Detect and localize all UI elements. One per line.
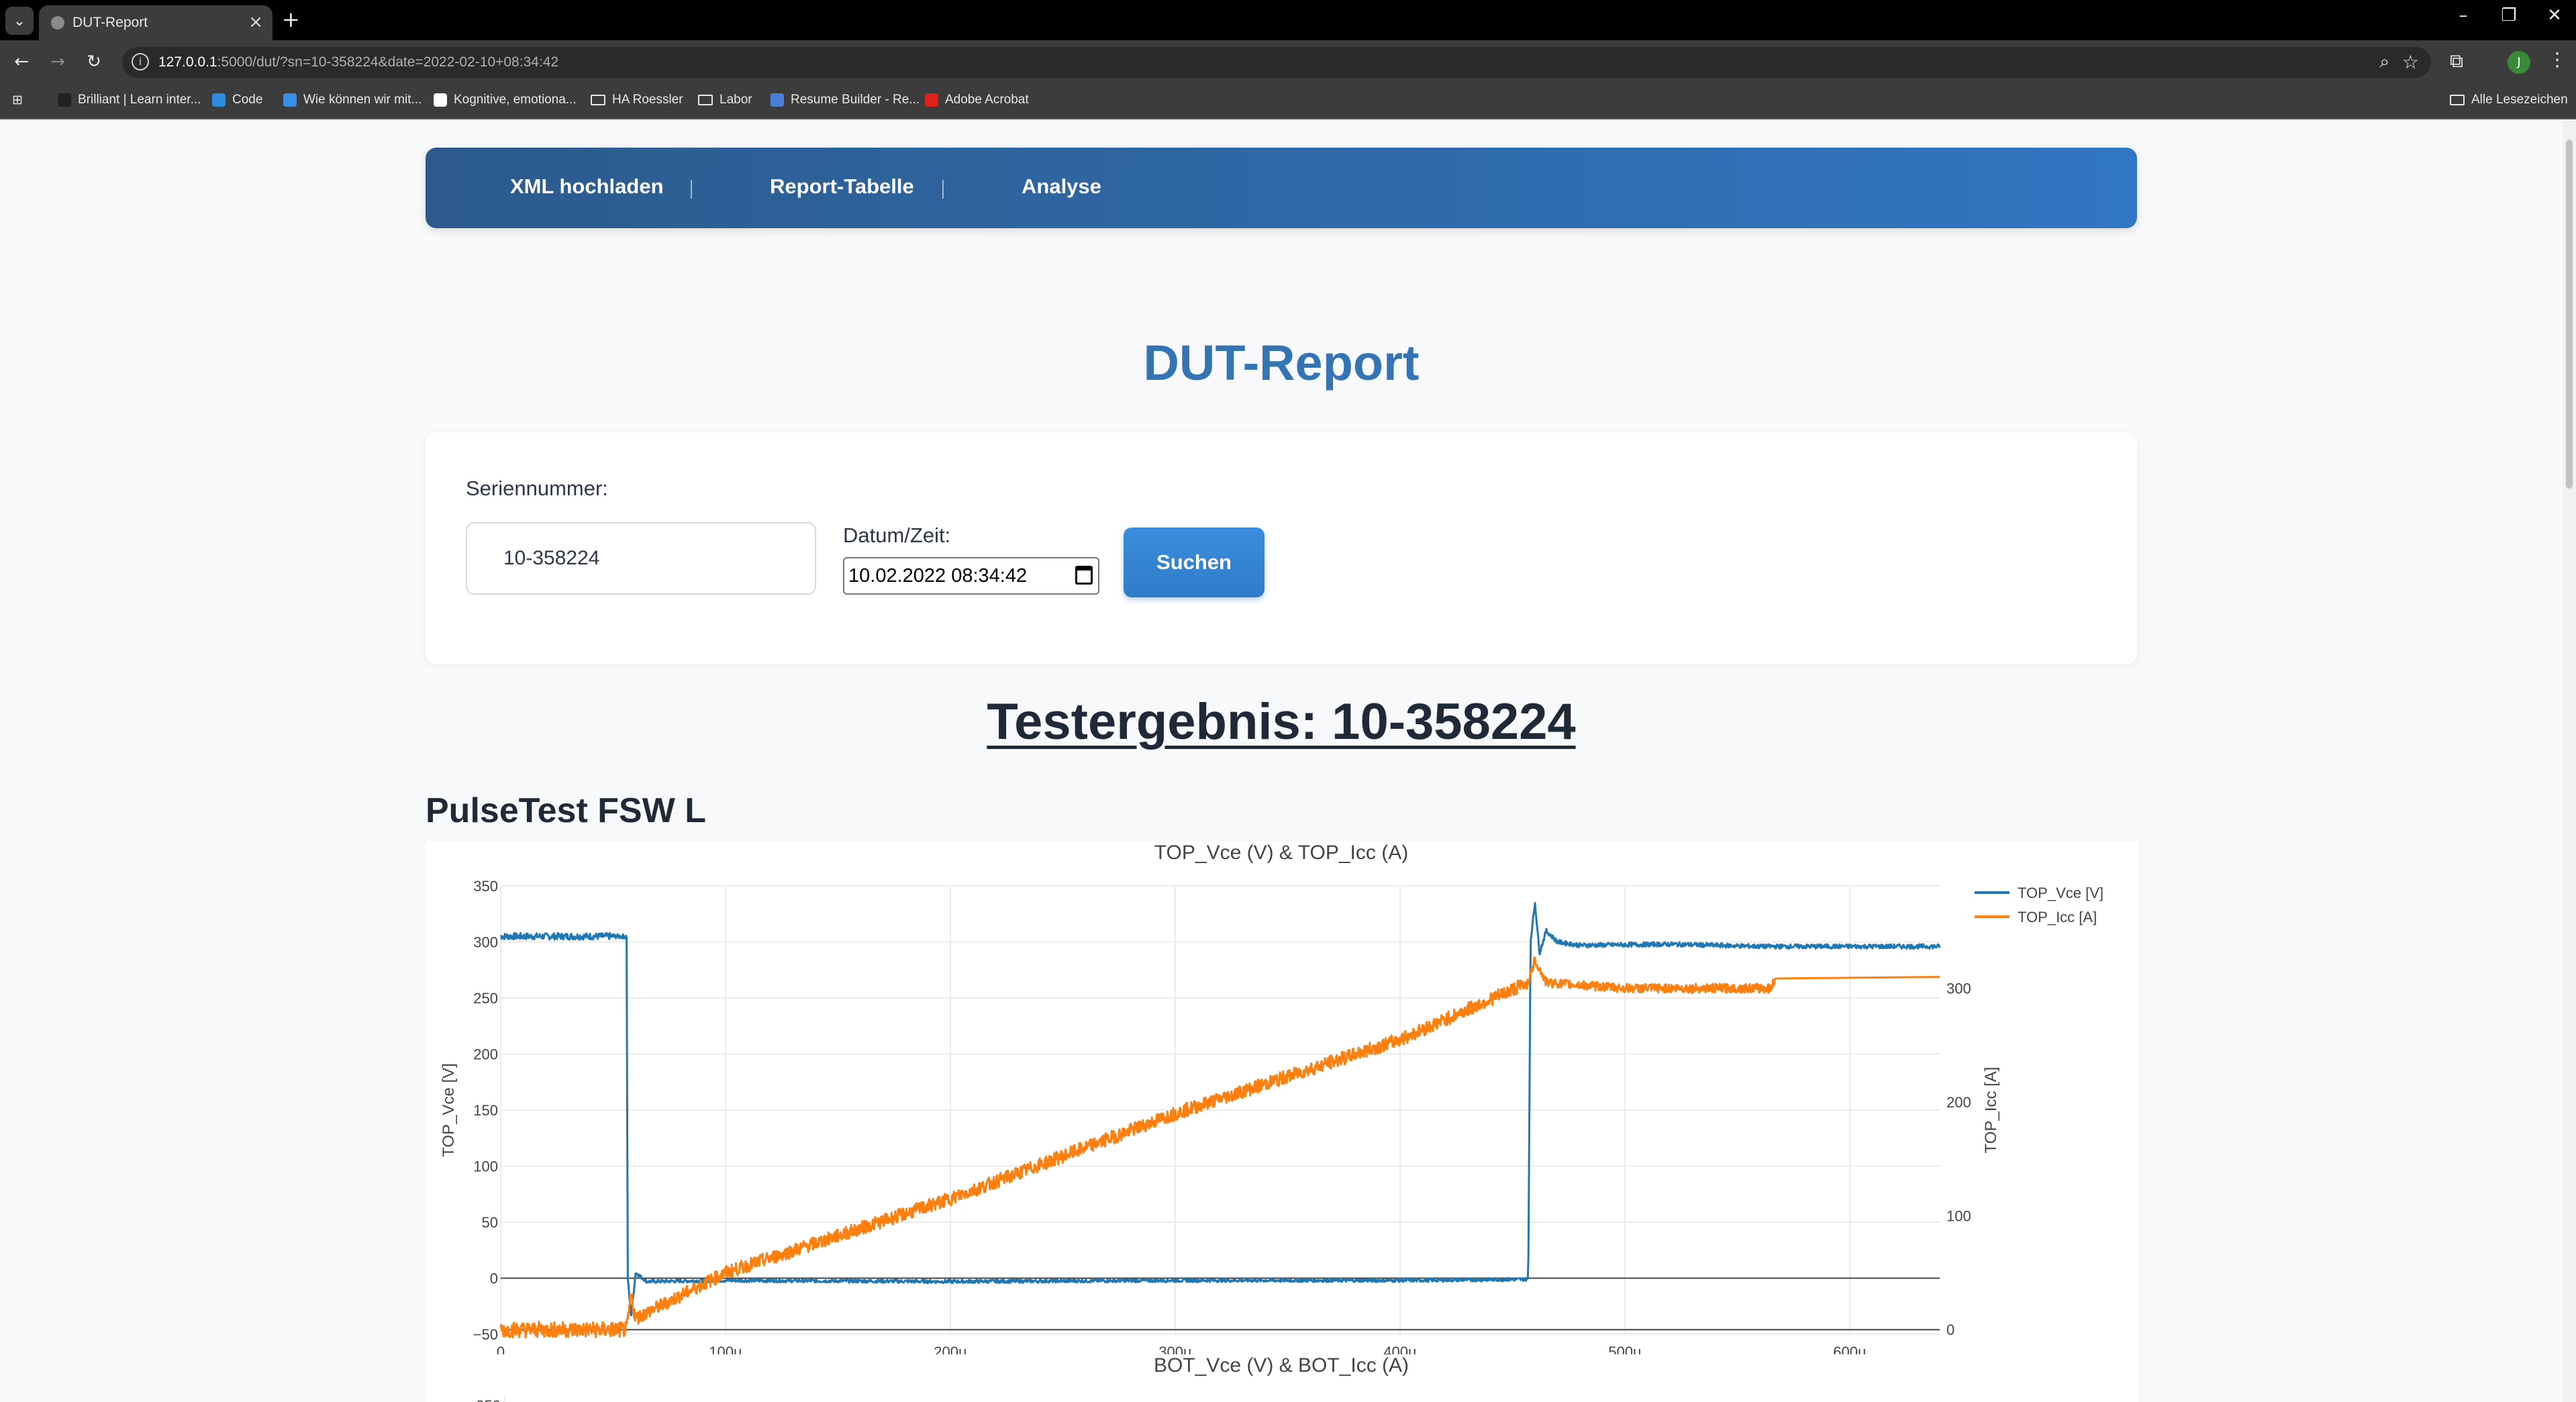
nav-report-table[interactable]: Report-Tabelle: [770, 174, 914, 199]
minimize-icon[interactable]: –: [2443, 5, 2483, 26]
serial-number-label: Seriennummer:: [466, 477, 608, 500]
y2-tick-label: 200: [1946, 1094, 1971, 1111]
y-tick-label: 100: [473, 1158, 498, 1175]
y2-tick-label: 100: [1946, 1208, 1971, 1225]
chart-title-bottom: BOT_Vce (V) & BOT_Icc (A): [1154, 1354, 1409, 1376]
legend-entry: TOP_Vce [V]: [2018, 885, 2103, 901]
calendar-icon[interactable]: [1075, 566, 1093, 585]
bookmark-label: Wie können wir mit...: [303, 93, 422, 107]
y-tick-label: 50: [482, 1214, 498, 1231]
tab-search-button[interactable]: ⌄: [5, 7, 34, 35]
bookmark-label: Adobe Acrobat: [945, 93, 1029, 107]
bookmark-item[interactable]: Resume Builder - Re...: [771, 93, 920, 107]
y-tick-label: 300: [473, 934, 498, 951]
page-scrollbar[interactable]: [2563, 121, 2576, 1402]
y-tick-label: 150: [473, 1102, 498, 1119]
bookmark-item[interactable]: Adobe Acrobat: [925, 93, 1029, 107]
close-tab-icon[interactable]: ×: [248, 12, 263, 32]
nav-xml-upload[interactable]: XML hochladen: [510, 174, 664, 199]
back-arrow-icon[interactable]: ←: [8, 48, 35, 75]
bookmark-item[interactable]: Code: [212, 93, 262, 107]
tab-title: DUT-Report: [72, 15, 148, 30]
url-text[interactable]: 127.0.0.1:5000/dut/?sn=10-358224&date=20…: [158, 54, 558, 70]
chevron-down-icon: ⌄: [13, 12, 26, 30]
folder-icon: [591, 95, 605, 105]
bookmark-item[interactable]: Labor: [698, 93, 752, 107]
zoom-icon[interactable]: ⌕: [2379, 52, 2389, 72]
bookmark-label: Resume Builder - Re...: [791, 93, 920, 107]
section-title: PulseTest FSW L: [426, 791, 706, 830]
folder-icon: [2450, 95, 2465, 105]
y-tick-label: 0: [490, 1270, 498, 1287]
bookmark-favicon-icon: [925, 93, 938, 107]
bookmark-label: Labor: [720, 93, 752, 107]
bookmark-item[interactable]: Kognitive, emotiona...: [434, 93, 577, 107]
bookmark-favicon-icon: [58, 93, 71, 107]
bookmark-label: Brilliant | Learn inter...: [78, 93, 201, 107]
nav-analysis[interactable]: Analyse: [1022, 174, 1101, 199]
globe-icon: [51, 16, 64, 30]
address-bar[interactable]: i 127.0.0.1:5000/dut/?sn=10-358224&date=…: [122, 47, 2431, 78]
search-button[interactable]: Suchen: [1124, 528, 1265, 597]
y-tick-label: −50: [473, 1326, 498, 1343]
legend-entry: TOP_Icc [A]: [2018, 909, 2097, 925]
search-form-card: Seriennummer: Datum/Zeit: 10.02.2022 08:…: [426, 432, 2137, 664]
bookmark-favicon-icon: [283, 93, 297, 107]
bookmarks-bar: ⊞ Brilliant | Learn inter... Code Wie könn…: [0, 85, 2576, 119]
chart-svg-bottom: BOT_Vce (V) & BOT_Icc (A) 350: [476, 1354, 1409, 1402]
datetime-value: 10.02.2022 08:34:42: [848, 565, 1028, 587]
y-tick-label-bottom: 350: [476, 1397, 501, 1402]
page-content: XML hochladen Report-Tabelle Analyse DUT…: [0, 121, 2563, 1402]
forward-arrow-icon[interactable]: →: [44, 48, 71, 75]
bookmark-star-icon[interactable]: ☆: [2402, 51, 2419, 73]
site-info-icon[interactable]: i: [132, 53, 149, 70]
bookmark-item[interactable]: Brilliant | Learn inter...: [58, 93, 201, 107]
close-window-icon[interactable]: ✕: [2534, 5, 2575, 26]
chart-title: TOP_Vce (V) & TOP_Icc (A): [1154, 842, 1408, 864]
folder-icon: [698, 95, 713, 105]
bookmark-item[interactable]: Wie können wir mit...: [283, 93, 422, 107]
bookmark-favicon-icon: [771, 93, 784, 107]
result-title: Testergebnis: 10-358224: [987, 693, 1576, 750]
browser-menu-icon[interactable]: ⋮: [2548, 48, 2567, 70]
apps-grid-icon[interactable]: ⊞: [12, 93, 23, 108]
datetime-label: Datum/Zeit:: [843, 523, 951, 547]
browser-toolbar: ← → ↻ i 127.0.0.1:5000/dut/?sn=10-358224…: [0, 40, 2576, 85]
series-line-vce: [500, 901, 1941, 1317]
profile-avatar[interactable]: J: [2508, 51, 2530, 74]
browser-tab-bar: ⌄ DUT-Report × + – ❐ ✕: [0, 0, 2576, 40]
extensions-icon[interactable]: ⧉: [2450, 50, 2463, 72]
scrollbar-thumb[interactable]: [2566, 140, 2573, 489]
chart-bot-vce-icc[interactable]: BOT_Vce (V) & BOT_Icc (A) 350: [426, 1354, 2137, 1402]
y2-axis-label: TOP_Icc [A]: [1982, 1067, 2000, 1154]
bookmark-item[interactable]: HA Roessler: [591, 93, 683, 107]
bookmark-favicon-icon: [212, 93, 226, 107]
reload-icon[interactable]: ↻: [81, 48, 107, 75]
y-axis-label: TOP_Vce [V]: [440, 1063, 458, 1157]
bookmark-label: Code: [232, 93, 263, 107]
new-tab-button[interactable]: +: [282, 7, 300, 32]
y-tick-label: 200: [473, 1046, 498, 1063]
nav-divider: [942, 180, 944, 199]
bookmark-label: HA Roessler: [612, 93, 683, 107]
y2-tick-label: 300: [1946, 981, 1971, 997]
datetime-input[interactable]: 10.02.2022 08:34:42: [843, 557, 1099, 595]
restore-icon[interactable]: ❐: [2489, 5, 2529, 26]
chart-svg[interactable]: 0 100µ 200µ 300µ 400µ 500µ 600µ−50050100150200…: [426, 842, 2137, 1362]
bookmark-label: Kognitive, emotiona...: [454, 93, 577, 107]
y-tick-label: 250: [473, 990, 498, 1007]
nav-divider: [691, 180, 692, 199]
browser-tab-active[interactable]: DUT-Report ×: [39, 5, 273, 40]
main-navbar: XML hochladen Report-Tabelle Analyse: [426, 148, 2137, 228]
y-tick-label: 350: [473, 878, 498, 895]
bookmark-favicon-icon: [434, 93, 447, 107]
page-title: DUT-Report: [1143, 335, 1420, 391]
y2-tick-label: 0: [1946, 1321, 1954, 1338]
chart-top-vce-icc[interactable]: 0 100µ 200µ 300µ 400µ 500µ 600µ −50 0 50 100 150 200…: [426, 842, 2137, 1362]
serial-number-input[interactable]: [466, 522, 816, 595]
all-bookmarks-folder[interactable]: Alle Lesezeichen: [2450, 93, 2568, 107]
